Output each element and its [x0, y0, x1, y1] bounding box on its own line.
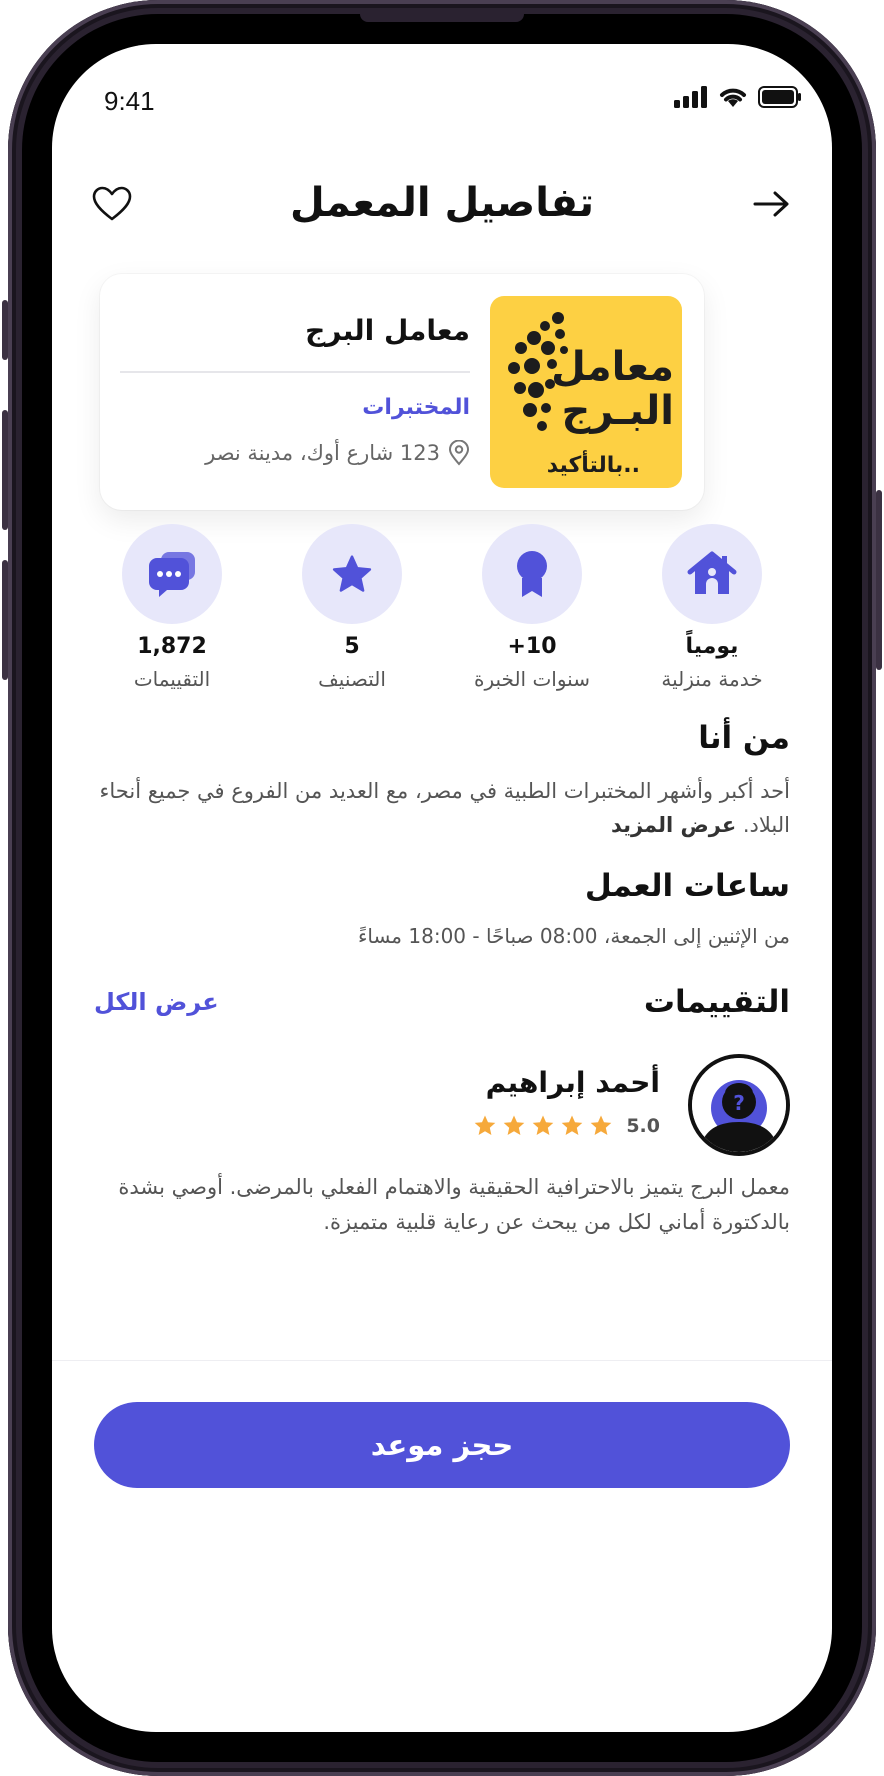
speaker-notch	[360, 14, 524, 22]
svg-text:?: ?	[733, 1091, 745, 1115]
stat-rating: 5 التصنيف	[268, 524, 436, 691]
chat-icon	[149, 552, 195, 597]
home-icon	[687, 551, 737, 594]
stat-value: يومياً	[685, 634, 739, 659]
avatar: ?	[688, 1054, 790, 1156]
rating-number: 5.0	[626, 1114, 660, 1137]
book-appointment-button[interactable]: حجز موعد	[94, 1402, 790, 1488]
status-icons	[674, 86, 802, 108]
lab-info: معامل البرج المختبرات 123 شارع أوك، مدين…	[120, 314, 470, 466]
side-button	[2, 410, 8, 530]
arrow-right-icon	[753, 191, 789, 217]
stat-icon-circle	[122, 524, 222, 624]
lab-category: المختبرات	[362, 395, 470, 420]
lab-address: 123 شارع أوك، مدينة نصر	[120, 440, 470, 466]
stat-icon-circle	[482, 524, 582, 624]
stat-label: التقييمات	[133, 667, 211, 691]
stat-home-service: يومياً خدمة منزلية	[628, 524, 796, 691]
stat-value: 1,872	[137, 634, 207, 659]
lab-card[interactable]: معامل البـرج بالتأكيد.. معامل البرج المخ…	[100, 274, 704, 510]
star-icon	[533, 1115, 554, 1135]
star-icon	[332, 555, 372, 592]
stats-row: يومياً خدمة منزلية 10+ سنوات الخبرة 5 ال…	[88, 524, 796, 691]
see-all-reviews-link[interactable]: عرض الكل	[94, 988, 219, 1016]
about-text: أحد أكبر وأشهر المختبرات الطبية في مصر، …	[94, 774, 790, 842]
divider	[52, 1360, 832, 1361]
signal-icon	[674, 86, 707, 108]
battery-icon	[758, 86, 801, 108]
stat-reviews: 1,872 التقييمات	[88, 524, 256, 691]
lab-address-text: 123 شارع أوك، مدينة نصر	[205, 441, 440, 465]
screen: 9:41 تفاصيل المعمل معامل البـرج بالتأكيد…	[52, 44, 832, 1732]
review-text: معمل البرج يتميز بالاحترافية الحقيقية وا…	[118, 1175, 790, 1234]
lab-logo: معامل البـرج بالتأكيد..	[490, 296, 682, 488]
side-button	[2, 300, 8, 360]
stat-value: 5	[344, 634, 360, 659]
side-button	[876, 490, 882, 670]
hours-title: ساعات العمل	[584, 868, 790, 904]
logo-tagline: بالتأكيد..	[547, 449, 640, 478]
divider	[120, 371, 470, 373]
star-icon	[475, 1115, 496, 1135]
reviewer-name: أحمد إبراهيم	[485, 1066, 660, 1099]
header: تفاصيل المعمل	[52, 174, 832, 234]
show-more-link[interactable]: عرض المزيد	[611, 813, 736, 837]
stat-icon-circle	[662, 524, 762, 624]
review-rating: 5.0	[473, 1114, 660, 1137]
stat-label: سنوات الخبرة	[474, 667, 590, 691]
avatar-placeholder-icon: ?	[692, 1058, 786, 1152]
stat-label: خدمة منزلية	[661, 667, 763, 691]
star-icon	[562, 1115, 583, 1135]
logo-line-1: معامل	[551, 344, 674, 390]
lab-name: معامل البرج	[305, 314, 470, 347]
stat-experience: 10+ سنوات الخبرة	[448, 524, 616, 691]
stat-label: التصنيف	[318, 667, 386, 691]
star-icon	[591, 1115, 612, 1135]
hours-text: من الإثنين إلى الجمعة، 08:00 صباحًا - 18…	[357, 924, 790, 948]
wifi-icon	[720, 88, 746, 107]
reviews-title: التقييمات	[643, 984, 790, 1020]
award-icon	[517, 551, 547, 597]
lab-logo-graphic: معامل البـرج بالتأكيد..	[508, 312, 674, 478]
stat-icon-circle	[302, 524, 402, 624]
location-pin-icon	[448, 440, 470, 466]
about-title: من أنا	[698, 720, 790, 756]
stat-value: 10+	[507, 634, 557, 659]
star-icon	[504, 1115, 525, 1135]
back-button[interactable]	[748, 180, 796, 228]
side-button	[2, 560, 8, 680]
page-title: تفاصيل المعمل	[289, 180, 595, 226]
status-time: 9:41	[104, 86, 155, 116]
logo-line-2: البـرج	[562, 388, 674, 434]
